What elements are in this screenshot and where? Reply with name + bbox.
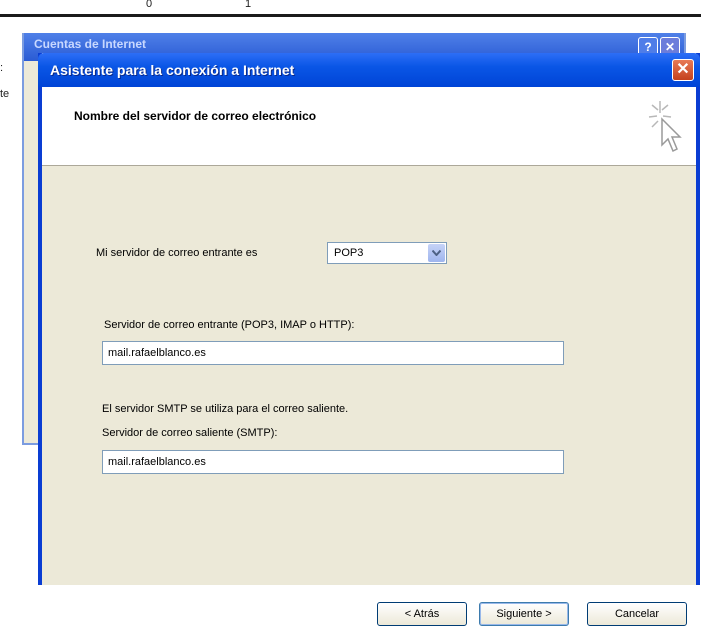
wizard-title: Asistente para la conexión a Internet (50, 62, 295, 78)
dropdown-arrow-icon[interactable] (428, 244, 445, 262)
fragment-char: : (0, 62, 4, 74)
wizard-sparkle-cursor-icon (648, 101, 682, 153)
page-title: Nombre del servidor de correo electrónic… (74, 109, 317, 123)
smtp-note: El servidor SMTP se utiliza para el corr… (102, 403, 349, 415)
background-window-title: Cuentas de Internet (34, 37, 147, 51)
fragment-char: te (0, 88, 10, 100)
incoming-type-value: POP3 (334, 247, 364, 259)
ruler-mark: 1 (245, 0, 252, 10)
background-text-fragment: : te (0, 55, 9, 107)
outgoing-server-label: Servidor de correo saliente (SMTP): (102, 427, 278, 439)
close-button[interactable]: ✕ (672, 59, 694, 81)
incoming-server-label: Servidor de correo entrante (POP3, IMAP … (104, 319, 355, 331)
wizard-content: Mi servidor de correo entrante es POP3 S… (42, 165, 696, 626)
background-ruler: 0 1 (0, 0, 701, 17)
back-button[interactable]: < Atrás (377, 602, 467, 626)
wizard-dialog: Asistente para la conexión a Internet ✕ … (38, 53, 700, 626)
incoming-server-input[interactable] (102, 341, 564, 365)
incoming-type-label: Mi servidor de correo entrante es (96, 247, 258, 259)
wizard-header: Nombre del servidor de correo electrónic… (42, 87, 696, 166)
incoming-type-select[interactable]: POP3 (327, 242, 447, 264)
ruler-mark: 0 (146, 0, 153, 10)
wizard-titlebar: Asistente para la conexión a Internet ✕ (38, 53, 700, 87)
outgoing-server-input[interactable] (102, 450, 564, 474)
cancel-button[interactable]: Cancelar (587, 602, 687, 626)
next-button[interactable]: Siguiente > (479, 602, 569, 626)
